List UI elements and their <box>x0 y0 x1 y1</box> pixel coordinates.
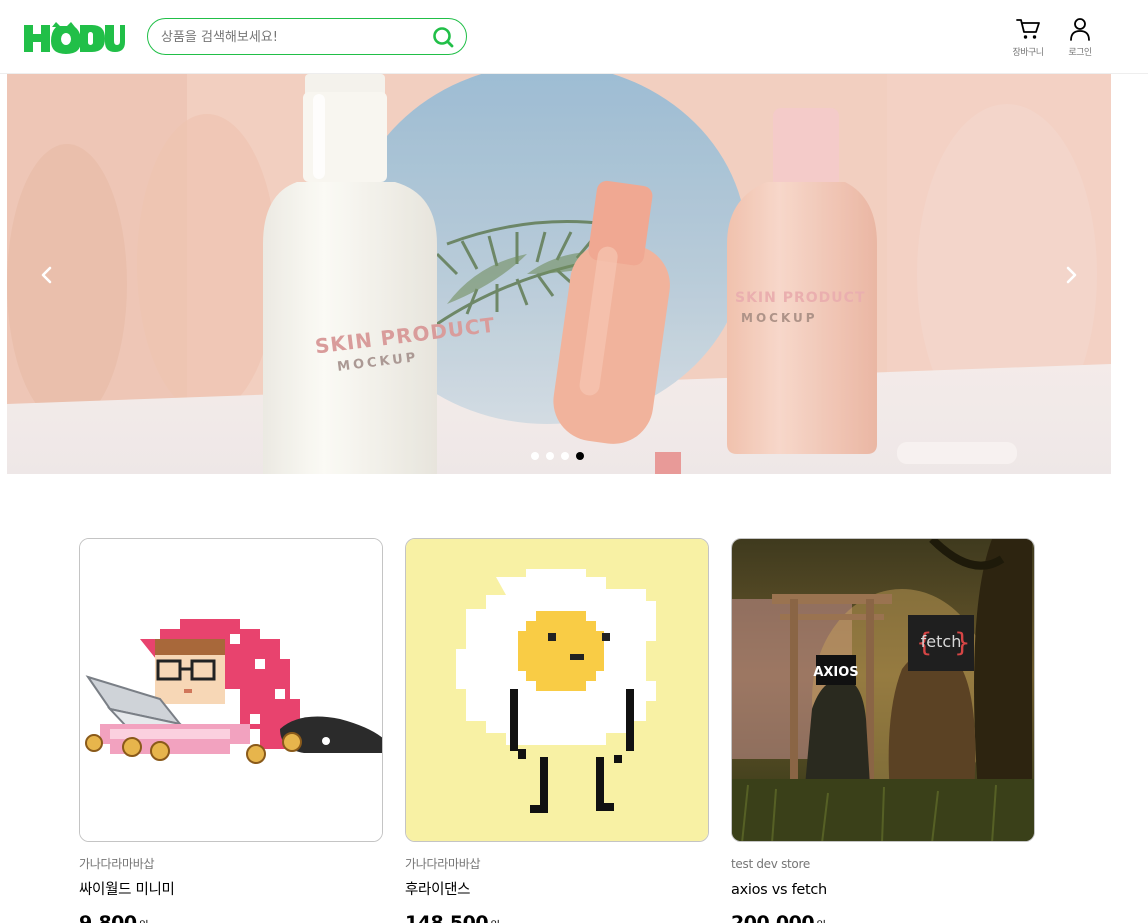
product-image[interactable]: AXIOS { } fetch <box>731 538 1035 842</box>
carousel-pagination <box>531 452 591 462</box>
carousel-dot-1[interactable] <box>531 452 539 460</box>
price-amount: 148,500 <box>405 912 489 923</box>
hodu-logo[interactable] <box>22 17 126 57</box>
shopping-cart-icon <box>1016 19 1040 39</box>
product-image[interactable] <box>405 538 709 842</box>
product-card[interactable]: AXIOS { } fetch test dev store axios vs … <box>731 538 1035 923</box>
chevron-left-icon <box>41 266 52 284</box>
cart-button[interactable]: 장바구니 <box>1003 14 1053 60</box>
carousel-dot-2[interactable] <box>546 452 554 460</box>
user-icon <box>1070 18 1090 41</box>
price-amount: 9,800 <box>79 912 137 923</box>
carousel-prev-button[interactable] <box>32 260 62 290</box>
fried-egg-dance-image <box>406 539 708 841</box>
price-unit: 원 <box>816 919 826 923</box>
product-card[interactable]: 가나다라마바삽 싸이월드 미니미 9,800원 <box>79 538 383 923</box>
hodu-logo-graphic <box>24 22 125 54</box>
carousel-dot-4-active[interactable] <box>576 452 584 460</box>
chevron-right-icon <box>1066 266 1077 284</box>
site-header: 장바구니 로그인 <box>0 0 1148 74</box>
product-seller: 가나다라마바삽 <box>405 857 481 871</box>
product-card[interactable]: 가나다라마바삽 후라이댄스 148,500원 <box>405 538 709 923</box>
cyworld-minimi-image <box>80 539 382 841</box>
price-unit: 원 <box>490 919 500 923</box>
product-price: 148,500원 <box>405 911 709 923</box>
axios-label: AXIOS <box>813 665 858 680</box>
carousel-dot-3[interactable] <box>561 452 569 460</box>
cart-label: 장바구니 <box>1012 48 1044 58</box>
product-name: 싸이월드 미니미 <box>79 882 175 898</box>
login-label: 로그인 <box>1068 48 1092 58</box>
product-image[interactable] <box>79 538 383 842</box>
price-amount: 200,000 <box>731 912 815 923</box>
product-price: 200,000원 <box>731 911 1035 923</box>
product-seller: 가나다라마바삽 <box>79 857 155 871</box>
hero-banner-carousel[interactable]: SKIN PRODUCT MOCKUP SKIN PRODUCT MOCKUP <box>7 74 1111 474</box>
search-input[interactable] <box>161 26 421 48</box>
search-icon[interactable] <box>432 26 454 48</box>
login-button[interactable]: 로그인 <box>1055 14 1105 60</box>
carousel-next-button[interactable] <box>1056 260 1086 290</box>
axios-vs-fetch-image: AXIOS { } fetch <box>732 539 1034 841</box>
search-bar <box>147 18 467 55</box>
product-seller: test dev store <box>731 857 810 871</box>
product-name: 후라이댄스 <box>405 882 471 898</box>
banner-image: SKIN PRODUCT MOCKUP SKIN PRODUCT MOCKUP <box>7 74 1111 474</box>
fetch-label: fetch <box>921 632 962 651</box>
product-price: 9,800원 <box>79 911 383 923</box>
price-unit: 원 <box>139 919 149 923</box>
product-name: axios vs fetch <box>731 882 827 898</box>
